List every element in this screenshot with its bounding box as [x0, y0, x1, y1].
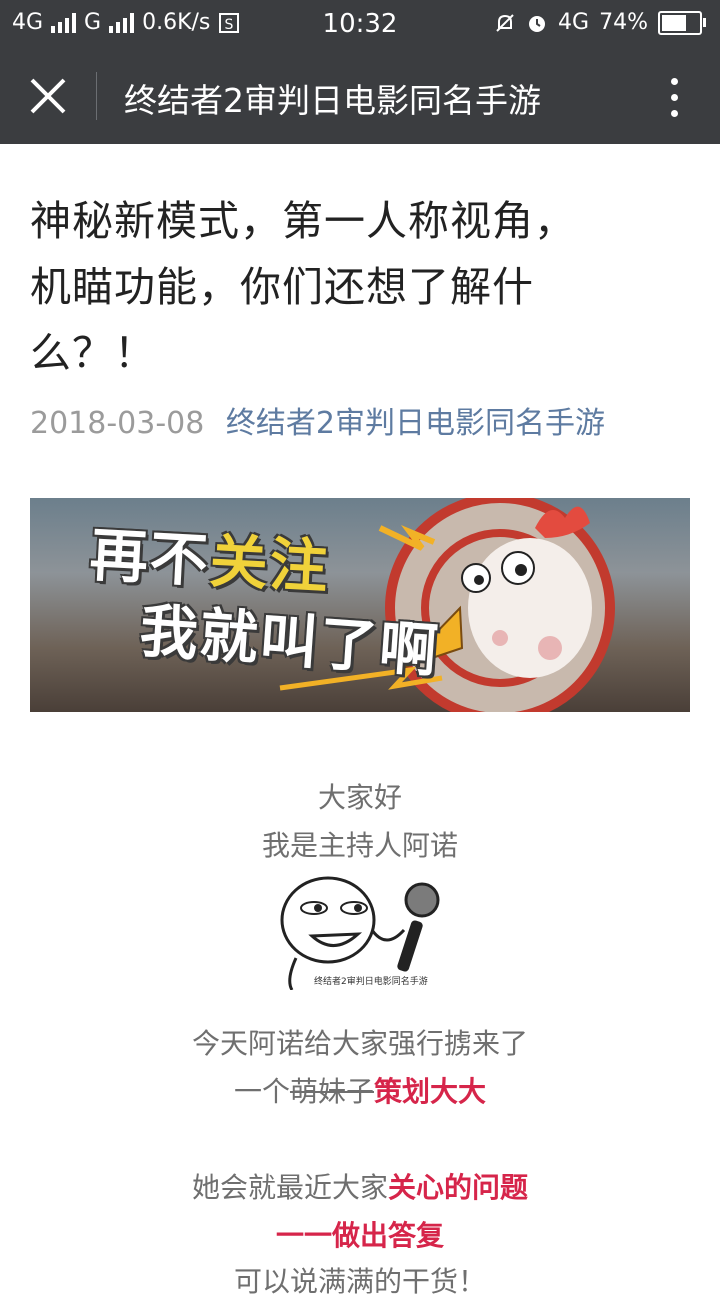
nav-title: 终结者2审判日电影同名手游	[124, 81, 541, 120]
close-button[interactable]	[26, 74, 70, 118]
article-title-line: 么？！	[30, 329, 156, 377]
article-meta: 2018-03-08 终结者2审判日电影同名手游	[30, 398, 605, 442]
status-bar: 4G G 0.6K/s S 10:32 4G 74%	[0, 0, 720, 48]
more-options-button[interactable]	[668, 78, 680, 118]
meme-watermark: 终结者2审判日电影同名手游	[314, 977, 428, 987]
article-title-line: 机瞄功能，你们还想了解什	[30, 263, 534, 311]
body-paragraph: 一一做出答复	[0, 1214, 720, 1254]
body-paragraph: 一个萌妹子策划大大	[233, 1075, 487, 1108]
body-paragraph: 今天阿诺给大家强行掳来了	[191, 1027, 528, 1060]
banner-image: 再不关注 我就叫了啊	[30, 498, 690, 712]
battery-percent: 74%	[599, 10, 648, 35]
body-paragraph: 大家好	[317, 781, 402, 814]
author-link[interactable]: 终结者2审判日电影同名手游	[226, 406, 605, 441]
more-dots-icon	[670, 94, 678, 101]
mute-bell-icon	[496, 13, 514, 32]
meme-sticker-image	[280, 876, 440, 990]
publish-date: 2018-03-08	[30, 406, 205, 441]
battery-icon	[658, 10, 706, 35]
body-paragraph: 她会就最近大家关心的问题	[191, 1171, 529, 1204]
article-title-line: 神秘新模式，第一人称视角，	[30, 197, 576, 245]
highlight-text: 一一做出答复	[275, 1219, 444, 1252]
article-title: 神秘新模式，第一人称视角， 机瞄功能，你们还想了解什 么？！	[30, 188, 690, 386]
highlight-text: 策划大大	[374, 1075, 487, 1108]
close-icon	[30, 78, 66, 114]
status-right: 4G 74%	[494, 10, 706, 35]
alarm-icon	[529, 15, 546, 32]
more-dots-icon	[670, 78, 678, 85]
body-paragraph: 可以说满满的干货！	[233, 1265, 486, 1298]
top-nav-bar: 终结者2审判日电影同名手游	[0, 48, 720, 144]
body-paragraph: 我是主持人阿诺	[261, 829, 458, 862]
nav-divider	[96, 72, 97, 120]
highlight-text: 关心的问题	[388, 1171, 529, 1204]
more-dots-icon	[670, 110, 678, 117]
strikethrough-text: 萌妹子	[289, 1075, 374, 1108]
network-type-label: 4G	[558, 10, 590, 35]
